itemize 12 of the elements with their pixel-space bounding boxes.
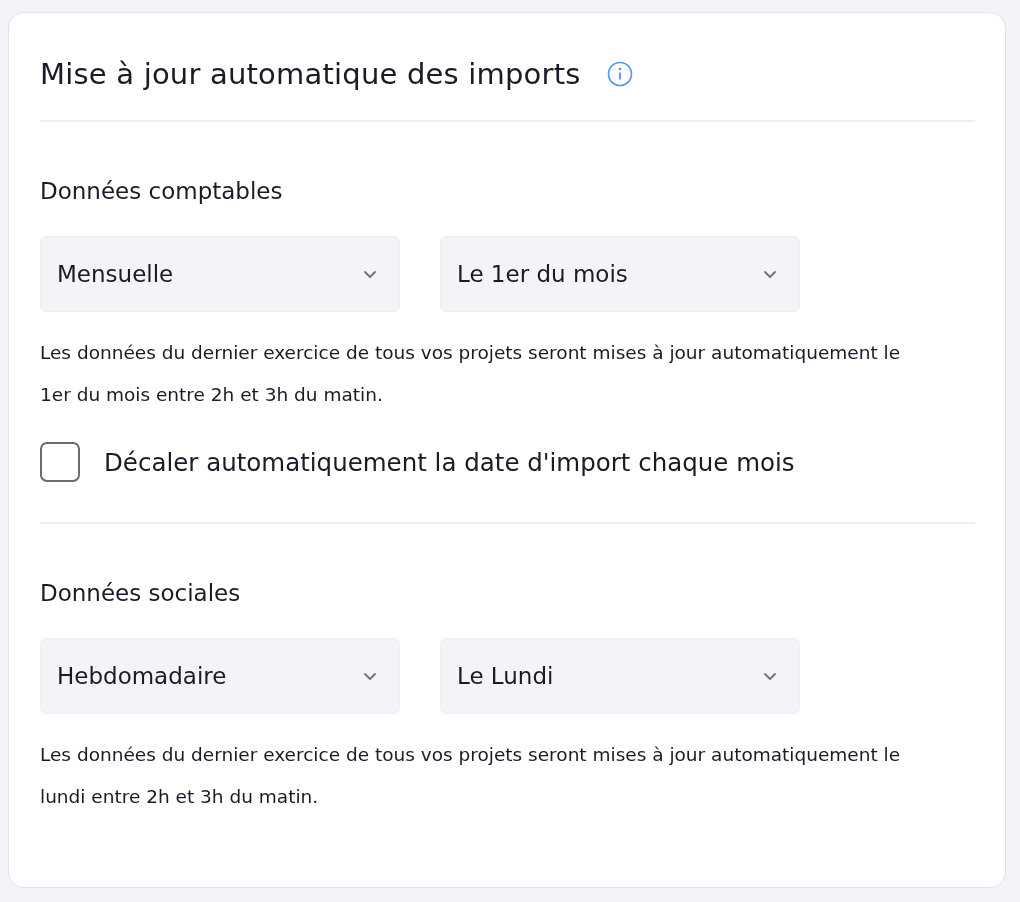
section-heading: Données comptables [40,177,284,206]
checkbox[interactable] [40,442,80,482]
dropdown[interactable]: Hebdomadaire [40,638,400,714]
checkbox-label: Décaler automatiquement la date d'import chaque mois [104,447,795,477]
dropdown[interactable]: Mensuelle [40,236,400,312]
description-text: Les données du dernier exercice de tous vos projets seront mises à jour automatiquement le lundi entre 2h et 3h du matin. [40,743,902,809]
section-heading: Données sociales [40,579,242,608]
dropdown[interactable]: Le Lundi [440,638,800,714]
dropdown[interactable]: Le 1er du mois [440,236,800,312]
card-title: Mise à jour automatique des imports [40,57,581,91]
description-text: Les données du dernier exercice de tous vos projets seront mises à jour automatiquement le 1er du mois entre 2h et 3h du matin. [40,341,902,407]
info-icon[interactable] [606,61,633,87]
